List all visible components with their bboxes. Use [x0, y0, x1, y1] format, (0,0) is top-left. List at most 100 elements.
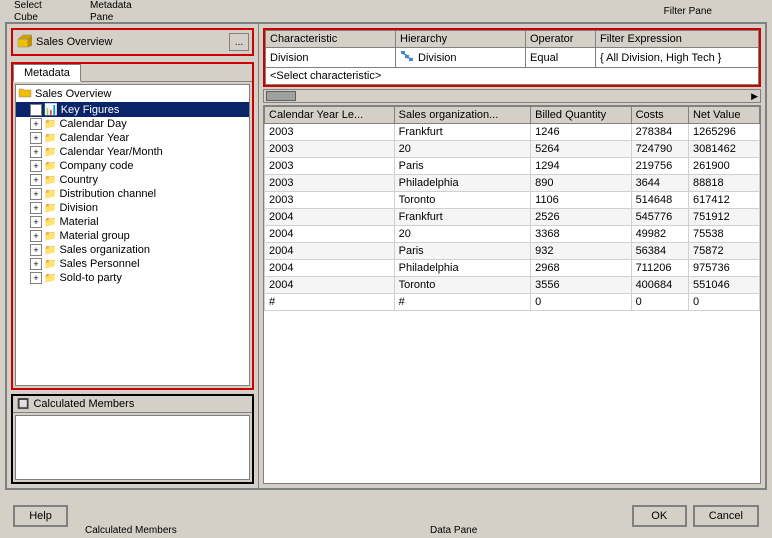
data-table-cell: 890 [531, 175, 631, 192]
data-table-cell: Paris [394, 243, 531, 260]
expander-sold-to-party[interactable]: + [30, 272, 42, 284]
label-filter-pane: Filter Pane [664, 6, 712, 17]
tree-item-material-group[interactable]: + 📁 Material group [16, 229, 249, 243]
scrollbar-right-arrow[interactable]: ▶ [751, 91, 758, 102]
cube-selector-row[interactable]: Sales Overview ... [11, 28, 254, 56]
data-table-cell: 3081462 [688, 141, 759, 158]
ok-button[interactable]: OK [632, 505, 687, 527]
bottom-label-data-pane: Data Pane [430, 525, 477, 536]
filter-cell-select[interactable]: <Select characteristic> [266, 68, 759, 85]
folder-icon [18, 86, 32, 101]
expander-sales-personnel[interactable]: + [30, 258, 42, 270]
data-table-cell: 711206 [631, 260, 688, 277]
data-table-cell: 932 [531, 243, 631, 260]
tree-item-sales-org[interactable]: + 📁 Sales organization [16, 243, 249, 257]
expander-material[interactable]: + [30, 216, 42, 228]
data-header-billed-qty: Billed Quantity [531, 107, 631, 124]
data-table-row[interactable]: 20032052647247903081462 [265, 141, 760, 158]
tree-label-calendar-year-month: Calendar Year/Month [59, 146, 162, 158]
calc-members-icon: 🔲 [17, 399, 29, 410]
data-table-row[interactable]: 2004Toronto3556400684551046 [265, 277, 760, 294]
tree-item-country[interactable]: + 📁 Country [16, 173, 249, 187]
expander-material-group[interactable]: + [30, 230, 42, 242]
tree-label-calendar-day: Calendar Day [59, 118, 126, 130]
tree-item-sales-overview[interactable]: Sales Overview [16, 85, 249, 102]
data-table-cell: 617412 [688, 192, 759, 209]
calc-members-label: Calculated Members [33, 398, 134, 410]
dim-icon-material-group: 📁 [44, 231, 56, 242]
expander-division[interactable]: + [30, 202, 42, 214]
filter-cell-hierarchy: Division [396, 48, 526, 68]
data-table-cell: 1265296 [688, 124, 759, 141]
data-table-cell: 261900 [688, 158, 759, 175]
data-table-cell: 2004 [265, 226, 395, 243]
bottom-label-calc-members: Calculated Members [85, 525, 177, 536]
filter-cell-expression: { All Division, High Tech } [596, 48, 759, 68]
data-table-cell: 49982 [631, 226, 688, 243]
tree-item-key-figures[interactable]: + 📊 Key Figures [16, 102, 249, 117]
data-table-cell: 3368 [531, 226, 631, 243]
data-table-cell: Frankfurt [394, 209, 531, 226]
help-button[interactable]: Help [13, 505, 68, 527]
filter-row-division[interactable]: Division [266, 48, 759, 68]
cube-svg [16, 33, 32, 49]
data-table-cell: 0 [531, 294, 631, 311]
expander-sales-org[interactable]: + [30, 244, 42, 256]
expander-calendar-year-month[interactable]: + [30, 146, 42, 158]
tree-item-division[interactable]: + 📁 Division [16, 201, 249, 215]
data-table-row[interactable]: 2004Philadelphia2968711206975736 [265, 260, 760, 277]
tree-item-company-code[interactable]: + 📁 Company code [16, 159, 249, 173]
dim-icon-country: 📁 [44, 175, 56, 186]
tree-area[interactable]: Sales Overview + 📊 Key Figures + 📁 Calen… [15, 84, 250, 386]
tree-item-calendar-year-month[interactable]: + 📁 Calendar Year/Month [16, 145, 249, 159]
data-table-row[interactable]: 2003Frankfurt12462783841265296 [265, 124, 760, 141]
expander-company-code[interactable]: + [30, 160, 42, 172]
data-table-row[interactable]: 20042033684998275538 [265, 226, 760, 243]
filter-row-select[interactable]: <Select characteristic> [266, 68, 759, 85]
data-table-cell: 551046 [688, 277, 759, 294]
hierarchy-icon [400, 50, 414, 65]
data-table-row[interactable]: 2003Paris1294219756261900 [265, 158, 760, 175]
tree-label-division: Division [59, 202, 98, 214]
data-header-net-value: Net Value [688, 107, 759, 124]
expander-calendar-day[interactable]: + [30, 118, 42, 130]
calc-members-body[interactable] [15, 415, 250, 480]
tree-item-calendar-year[interactable]: + 📁 Calendar Year [16, 131, 249, 145]
filter-header-expression: Filter Expression [596, 31, 759, 48]
tree-item-dist-channel[interactable]: + 📁 Distribution channel [16, 187, 249, 201]
expander-key-figures[interactable]: + [30, 104, 42, 116]
tree-label-company-code: Company code [59, 160, 133, 172]
tree-label-country: Country [59, 174, 98, 186]
expander-dist-channel[interactable]: + [30, 188, 42, 200]
label-metadata-pane: Metadata Pane [90, 0, 132, 24]
data-table-cell: Philadelphia [394, 175, 531, 192]
tree-item-sold-to-party[interactable]: + 📁 Sold-to party [16, 271, 249, 285]
filter-table: Characteristic Hierarchy Operator Filter… [265, 30, 759, 85]
data-table-row[interactable]: 2004Frankfurt2526545776751912 [265, 209, 760, 226]
expander-country[interactable]: + [30, 174, 42, 186]
filter-cell-hierarchy-name: Division [418, 52, 457, 64]
horizontal-scrollbar[interactable]: ▶ [263, 89, 761, 103]
data-table-row[interactable]: 2004Paris9325638475872 [265, 243, 760, 260]
tab-metadata[interactable]: Metadata [13, 64, 81, 82]
data-table-cell: 20 [394, 226, 531, 243]
data-area[interactable]: Calendar Year Le... Sales organization..… [263, 105, 761, 484]
scrollbar-thumb[interactable] [266, 91, 296, 101]
data-table-row[interactable]: 2003Toronto1106514648617412 [265, 192, 760, 209]
cube-dots-button[interactable]: ... [229, 33, 249, 51]
cancel-button[interactable]: Cancel [693, 505, 759, 527]
data-table-cell: 75872 [688, 243, 759, 260]
expander-calendar-year[interactable]: + [30, 132, 42, 144]
data-table-row[interactable]: 2003Philadelphia890364488818 [265, 175, 760, 192]
data-table-cell: Paris [394, 158, 531, 175]
data-table-cell: 724790 [631, 141, 688, 158]
tree-item-calendar-day[interactable]: + 📁 Calendar Day [16, 117, 249, 131]
data-table-row[interactable]: ##000 [265, 294, 760, 311]
dim-icon-sales-org: 📁 [44, 245, 56, 256]
tree-item-sales-personnel[interactable]: + 📁 Sales Personnel [16, 257, 249, 271]
label-select-cube: Select Cube [14, 0, 42, 24]
dim-icon-division: 📁 [44, 203, 56, 214]
tree-item-material[interactable]: + 📁 Material [16, 215, 249, 229]
data-table-cell: 0 [688, 294, 759, 311]
data-table-cell: 88818 [688, 175, 759, 192]
